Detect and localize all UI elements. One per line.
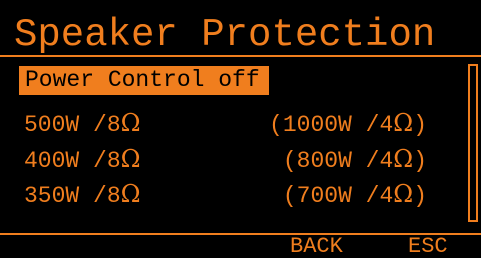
alt-rating-350w: (700W /4Ω) [283, 180, 427, 210]
close-paren: ) [413, 183, 427, 209]
device-screen: Speaker Protection Power Control off 500… [0, 0, 481, 258]
page-title: Speaker Protection [14, 13, 436, 57]
power-rating-label: 350W /8 [24, 183, 121, 209]
ohm-symbol: Ω [393, 145, 414, 173]
alt-rating-400w: (800W /4Ω) [283, 145, 427, 175]
menu-item-350w[interactable]: 350W /8Ω [24, 180, 141, 210]
menu-item-400w[interactable]: 400W /8Ω [24, 145, 141, 175]
power-rating-label: 500W /8 [24, 112, 121, 138]
menu-item-500w[interactable]: 500W /8Ω [24, 109, 141, 139]
alt-rating-label: (1000W /4 [269, 112, 394, 138]
ohm-symbol: Ω [120, 180, 141, 208]
menu-item-power-control[interactable]: Power Control off [19, 66, 269, 95]
title-divider [0, 55, 481, 57]
alt-rating-label: (700W /4 [282, 183, 394, 209]
alt-rating-500w: (1000W /4Ω) [269, 109, 427, 139]
ohm-symbol: Ω [120, 145, 141, 173]
back-softkey[interactable]: BACK [290, 236, 343, 258]
scrollbar[interactable] [468, 64, 478, 222]
ohm-symbol: Ω [393, 109, 414, 137]
ohm-symbol: Ω [120, 109, 141, 137]
power-rating-label: 400W /8 [24, 148, 121, 174]
ohm-symbol: Ω [393, 180, 414, 208]
close-paren: ) [413, 148, 427, 174]
close-paren: ) [413, 112, 427, 138]
esc-softkey[interactable]: ESC [408, 236, 448, 258]
alt-rating-label: (800W /4 [282, 148, 394, 174]
